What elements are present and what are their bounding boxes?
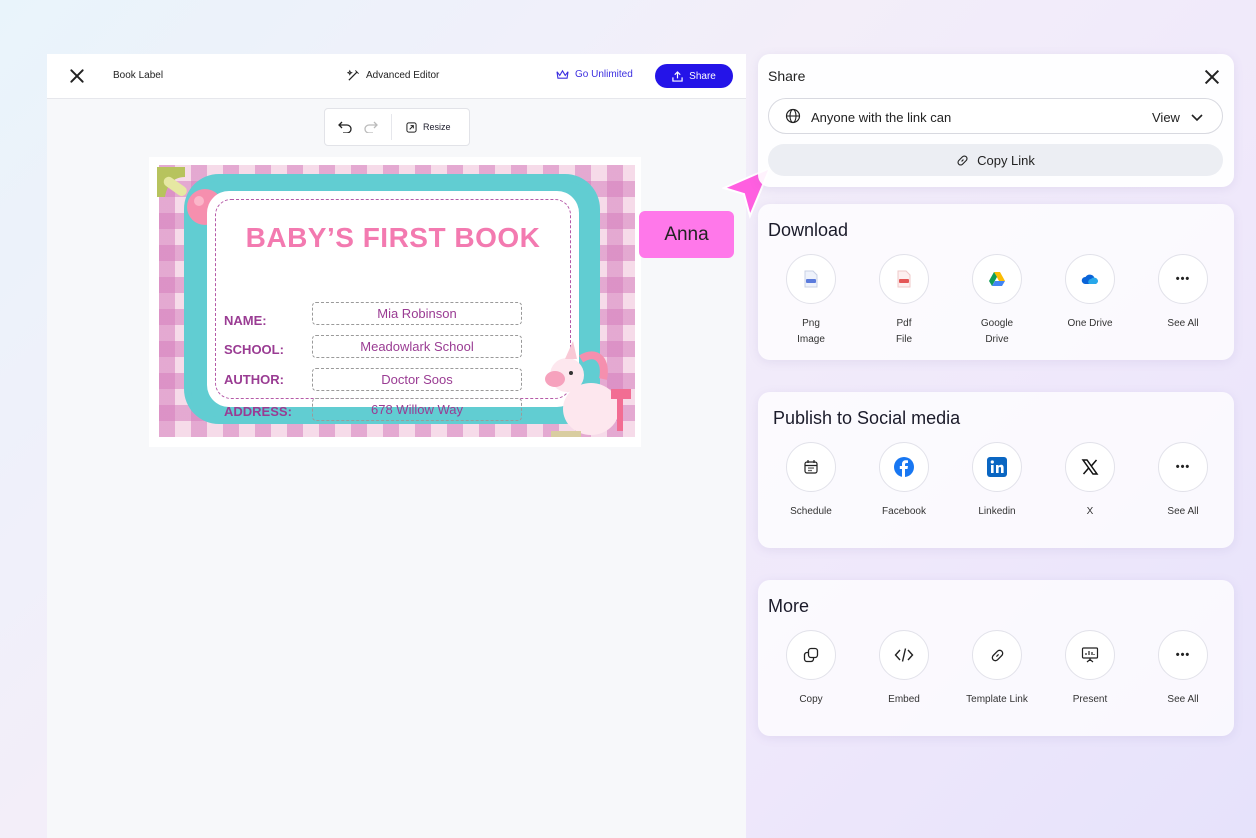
field-value-name[interactable]: Mia Robinson	[312, 302, 522, 325]
download-pdf-label: Pdf	[896, 318, 912, 329]
more-see-all-label: See All	[1167, 694, 1199, 705]
more-title: More	[768, 596, 810, 616]
editor-panel: Book Label Advanced Editor Go Unlimited …	[47, 54, 746, 838]
facebook-icon	[894, 457, 914, 477]
advanced-editor-label: Advanced Editor	[366, 70, 440, 81]
linkedin-icon	[987, 457, 1007, 477]
permission-text: Anyone with the link can	[811, 110, 952, 125]
facebook-button[interactable]: Facebook	[879, 442, 972, 520]
embed-button[interactable]: Embed	[879, 630, 972, 708]
go-unlimited-button[interactable]: Go Unlimited	[556, 69, 633, 80]
google-drive-label: Google	[980, 318, 1014, 329]
linkedin-label: Linkedin	[978, 506, 1016, 517]
code-icon	[894, 648, 914, 662]
onedrive-label: One Drive	[1067, 318, 1113, 329]
field-label-address: ADDRESS:	[224, 404, 292, 419]
share-panel: Share Anyone with the link can View Copy…	[758, 54, 1234, 187]
magic-wand-icon	[347, 69, 359, 81]
onedrive-button[interactable]: One Drive	[1065, 254, 1158, 348]
x-icon	[1081, 459, 1099, 475]
download-png-label: Png	[802, 318, 820, 329]
embed-label: Embed	[888, 694, 920, 705]
close-share-panel-icon[interactable]	[1204, 69, 1220, 85]
label-inner: BABY’S FIRST BOOK NAME: Mia Robinson SCH…	[207, 191, 579, 421]
share-button[interactable]: Share	[655, 64, 733, 88]
more-icon: •••	[1175, 649, 1191, 661]
upload-icon	[672, 70, 683, 82]
copy-label: Copy	[799, 694, 823, 705]
share-label: Share	[689, 70, 716, 82]
x-button[interactable]: X	[1065, 442, 1158, 520]
social-section: Publish to Social media Schedule Faceboo…	[758, 392, 1234, 548]
present-label: Present	[1072, 694, 1108, 705]
social-title: Publish to Social media	[773, 408, 961, 428]
copy-link-button[interactable]: Copy Link	[768, 144, 1223, 176]
template-link-label: Template Link	[966, 694, 1028, 705]
pdf-file-icon	[897, 270, 911, 288]
label-title[interactable]: BABY’S FIRST BOOK	[207, 222, 579, 254]
go-unlimited-label: Go Unlimited	[575, 69, 633, 80]
facebook-label: Facebook	[882, 506, 926, 517]
download-title: Download	[768, 220, 849, 240]
google-drive-button[interactable]: Google Drive	[972, 254, 1065, 348]
more-section: More Copy Embed Template Link Present ••…	[758, 580, 1234, 736]
download-png-button[interactable]: Png Image	[786, 254, 879, 348]
collaborator-name-tag: Anna	[639, 211, 734, 258]
editor-topbar: Book Label Advanced Editor Go Unlimited …	[47, 54, 746, 99]
google-drive-sublabel: Drive	[985, 334, 1009, 345]
linkedin-button[interactable]: Linkedin	[972, 442, 1065, 520]
present-button[interactable]: Present	[1065, 630, 1158, 708]
google-drive-icon	[989, 272, 1005, 286]
presentation-icon	[1081, 647, 1099, 663]
chevron-down-icon	[1191, 114, 1203, 122]
png-file-icon	[804, 270, 818, 288]
social-see-all-label: See All	[1167, 506, 1199, 517]
field-label-name: NAME:	[224, 313, 267, 328]
advanced-editor-button[interactable]: Advanced Editor	[347, 69, 439, 82]
download-see-all-button[interactable]: ••• See All	[1158, 254, 1251, 348]
schedule-label: Schedule	[790, 506, 832, 517]
link-icon	[957, 154, 968, 166]
download-section: Download Png Image Pdf File Google Drive…	[758, 204, 1234, 360]
permission-value: View	[1152, 110, 1180, 125]
toolbar-divider	[391, 114, 392, 140]
canvas-toolbar: Resize	[324, 108, 470, 146]
field-label-author: AUTHOR:	[224, 372, 284, 387]
link-icon	[991, 649, 1003, 661]
download-pdf-sublabel: File	[895, 334, 913, 345]
field-value-address[interactable]: 678 Willow Way	[312, 398, 522, 421]
document-title: Book Label	[113, 70, 164, 81]
schedule-button[interactable]: Schedule	[786, 442, 879, 520]
download-see-all-label: See All	[1167, 318, 1199, 329]
copy-button[interactable]: Copy	[786, 630, 879, 708]
x-label: X	[1086, 506, 1094, 517]
template-link-button[interactable]: Template Link	[966, 630, 1065, 708]
share-panel-title: Share	[768, 68, 806, 84]
redo-icon[interactable]	[361, 117, 381, 137]
book-label-design[interactable]: BABY’S FIRST BOOK NAME: Mia Robinson SCH…	[149, 157, 641, 447]
globe-icon	[785, 108, 801, 124]
unicorn-illustration	[545, 341, 631, 437]
field-value-school[interactable]: Meadowlark School	[312, 335, 522, 358]
resize-icon	[406, 121, 417, 133]
copy-link-label: Copy Link	[977, 152, 1035, 168]
resize-button[interactable]: Resize	[406, 121, 451, 133]
onedrive-icon	[1081, 274, 1098, 284]
more-icon: •••	[1175, 273, 1191, 285]
undo-icon[interactable]	[335, 117, 355, 137]
social-see-all-button[interactable]: ••• See All	[1158, 442, 1251, 520]
close-editor-icon[interactable]	[67, 67, 87, 87]
field-value-author[interactable]: Doctor Soos	[312, 368, 522, 391]
download-pdf-button[interactable]: Pdf File	[879, 254, 972, 348]
calendar-icon	[804, 460, 818, 474]
copy-icon	[803, 647, 819, 663]
download-png-sublabel: Image	[797, 334, 825, 345]
resize-label: Resize	[423, 122, 451, 132]
more-see-all-button[interactable]: ••• See All	[1158, 630, 1251, 708]
field-label-school: SCHOOL:	[224, 342, 284, 357]
more-icon: •••	[1175, 461, 1191, 473]
crown-icon	[556, 69, 569, 79]
link-permission-dropdown[interactable]: Anyone with the link can View	[768, 98, 1223, 134]
